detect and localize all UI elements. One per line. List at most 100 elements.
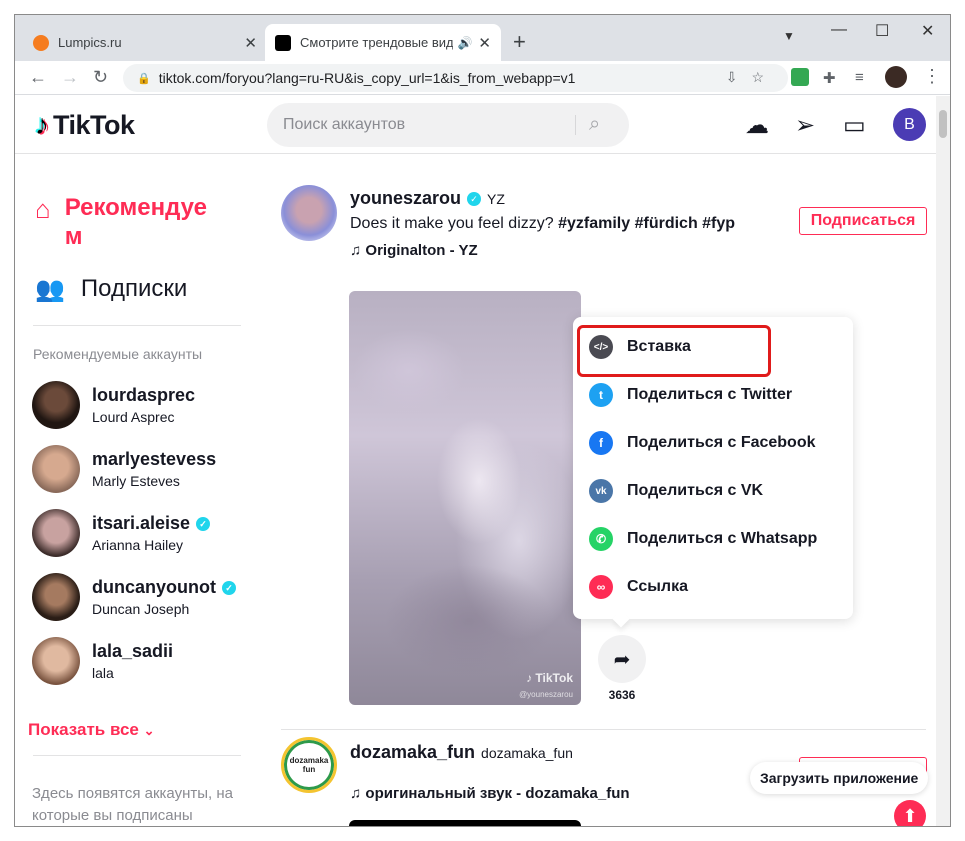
sidebar: ⌂ Рекомендуем 👥 Подписки Рекомендуемые а…: [15, 155, 265, 826]
account-username: lala_sadii: [92, 641, 174, 661]
nav-following[interactable]: 👥 Подписки: [35, 275, 187, 304]
media-queue-icon[interactable]: ≡: [855, 69, 864, 86]
nav-recommended[interactable]: ⌂ Рекомендуем: [35, 193, 235, 251]
reload-icon[interactable]: ↻: [93, 67, 108, 88]
post-music[interactable]: ♫ оригинальный звук - dozamaka_fun: [350, 785, 630, 802]
avatar: [32, 573, 80, 621]
share-link[interactable]: ∞ Ссылка: [589, 572, 688, 602]
window-close-icon[interactable]: ✕: [921, 21, 934, 41]
tiktok-note-icon: ♪: [35, 109, 49, 140]
tab-close-icon[interactable]: ✕: [478, 34, 491, 52]
speaker-icon[interactable]: 🔊: [457, 36, 472, 50]
avatar: [32, 509, 80, 557]
suggested-account[interactable]: marlyestevess Marly Esteves: [32, 445, 216, 493]
search-icon[interactable]: ⌕: [589, 113, 600, 136]
tiktok-logo[interactable]: ♪ TikTok: [35, 109, 135, 141]
profile-avatar[interactable]: [885, 66, 907, 88]
show-all-link[interactable]: Показать все ⌄: [28, 720, 155, 740]
sidebar-divider: [33, 325, 241, 326]
share-whatsapp-label: Поделиться с Whatsapp: [627, 530, 818, 547]
post-desc-text: Does it make you feel dizzy?: [350, 215, 554, 232]
lock-icon: 🔒: [137, 72, 151, 85]
tab-close-icon[interactable]: ✕: [244, 34, 257, 52]
new-tab-button[interactable]: +: [513, 29, 526, 55]
account-name: Lourd Asprec: [92, 409, 175, 425]
suggested-account[interactable]: lala_sadii lala: [32, 637, 173, 685]
chevron-down-icon: ⌄: [143, 723, 155, 738]
tiktok-header: ♪ TikTok ⌕ ☁ ➢ ▭ B: [15, 96, 936, 154]
facebook-icon: f: [589, 431, 613, 455]
scrollbar-thumb[interactable]: [939, 110, 947, 138]
share-twitter[interactable]: t Поделиться с Twitter: [589, 380, 792, 410]
share-button[interactable]: ➦: [598, 635, 646, 683]
tab-search-icon[interactable]: ▼: [783, 29, 795, 43]
suggested-accounts-title: Рекомендуемые аккаунты: [33, 346, 203, 362]
tab-title: Lumpics.ru: [58, 35, 122, 50]
account-name: Marly Esteves: [92, 473, 180, 489]
messages-send-icon[interactable]: ➢: [795, 111, 815, 140]
post-video[interactable]: [349, 820, 581, 826]
back-icon[interactable]: ←: [29, 67, 47, 88]
suggested-account[interactable]: itsari.aleise ✓ Arianna Hailey: [32, 509, 211, 557]
post-video[interactable]: ♪ TikTok @youneszarou: [349, 291, 581, 705]
verified-badge-icon: ✓: [467, 191, 482, 206]
avatar: [32, 445, 80, 493]
account-name: Arianna Hailey: [92, 537, 184, 553]
maximize-icon[interactable]: ☐: [875, 21, 889, 41]
feed-divider: [281, 729, 926, 730]
browser-menu-icon[interactable]: ⋮: [923, 66, 941, 87]
post-display-name: dozamaka_fun: [481, 744, 573, 761]
lumpics-favicon-icon: [33, 34, 49, 51]
address-bar[interactable]: 🔒 tiktok.com/foryou?lang=ru-RU&is_copy_u…: [123, 64, 788, 92]
suggested-account[interactable]: lourdasprec Lourd Asprec: [32, 381, 195, 429]
suggested-account[interactable]: duncanyounot ✓ Duncan Joseph: [32, 573, 236, 621]
get-app-button[interactable]: Загрузить приложение: [750, 762, 929, 794]
home-icon: ⌂: [35, 194, 51, 224]
extension-check-icon[interactable]: [791, 68, 809, 86]
browser-window: Lumpics.ru ✕ Смотрите трендовые виде 🔊 ✕…: [14, 14, 951, 827]
verified-badge-icon: ✓: [196, 516, 211, 531]
music-note-icon: ♫: [350, 785, 362, 802]
tab-tiktok[interactable]: Смотрите трендовые виде 🔊 ✕: [265, 24, 501, 61]
tab-lumpics[interactable]: Lumpics.ru ✕: [23, 24, 267, 61]
video-watermark-user: @youneszarou: [519, 690, 573, 699]
account-name: Duncan Joseph: [92, 601, 190, 617]
forward-icon[interactable]: →: [61, 67, 79, 88]
account-username: marlyestevess: [92, 449, 217, 469]
post-author[interactable]: dozamaka_fun dozamaka_fun: [350, 742, 573, 763]
account-username: itsari.aleise: [92, 513, 191, 533]
install-icon[interactable]: ⇩: [726, 69, 752, 85]
browser-toolbar: ← → ↻ 🔒 tiktok.com/foryou?lang=ru-RU&is_…: [15, 61, 950, 95]
url-text: tiktok.com/foryou?lang=ru-RU&is_copy_url…: [158, 70, 576, 86]
following-hint: Здесь появятся аккаунты, на которые вы п…: [32, 785, 234, 824]
post-author-avatar[interactable]: [281, 185, 337, 241]
arrow-up-icon: ⬆: [902, 805, 918, 826]
post-username: dozamaka_fun: [350, 742, 476, 762]
follow-button[interactable]: Подписаться: [799, 207, 927, 235]
upload-icon[interactable]: ☁: [745, 111, 769, 140]
page-scrollbar[interactable]: [936, 96, 950, 826]
extensions-puzzle-icon[interactable]: ✚: [823, 69, 836, 87]
inbox-icon[interactable]: ▭: [843, 111, 866, 140]
share-arrow-icon: ➦: [613, 648, 631, 671]
search-input[interactable]: [283, 116, 573, 134]
logo-text: TikTok: [53, 109, 135, 140]
nav-recommended-label: Рекомендуем: [64, 194, 208, 250]
share-vk-label: Поделиться с VK: [627, 482, 764, 499]
post-author-avatar[interactable]: dozamaka fun: [281, 737, 337, 793]
bookmark-star-icon[interactable]: ☆: [751, 69, 778, 85]
minimize-icon[interactable]: —: [831, 21, 847, 39]
show-all-label: Показать все: [28, 720, 139, 739]
user-avatar[interactable]: B: [893, 108, 926, 141]
post-author[interactable]: youneszarou ✓ YZ: [350, 188, 505, 209]
share-facebook[interactable]: f Поделиться с Facebook: [589, 428, 816, 458]
music-note-icon: ♫: [350, 242, 362, 259]
post-music[interactable]: ♫ Originalton - YZ: [350, 242, 478, 259]
watermark-text: TikTok: [535, 671, 573, 685]
share-count: 3636: [608, 688, 636, 702]
share-whatsapp[interactable]: ✆ Поделиться с Whatsapp: [589, 524, 817, 554]
post-hashtags[interactable]: #yzfamily #fürdich #fyp: [558, 215, 735, 232]
share-vk[interactable]: vk Поделиться с VK: [589, 476, 763, 506]
vk-icon: vk: [589, 479, 613, 503]
scroll-to-top-button[interactable]: ⬆: [894, 800, 926, 826]
